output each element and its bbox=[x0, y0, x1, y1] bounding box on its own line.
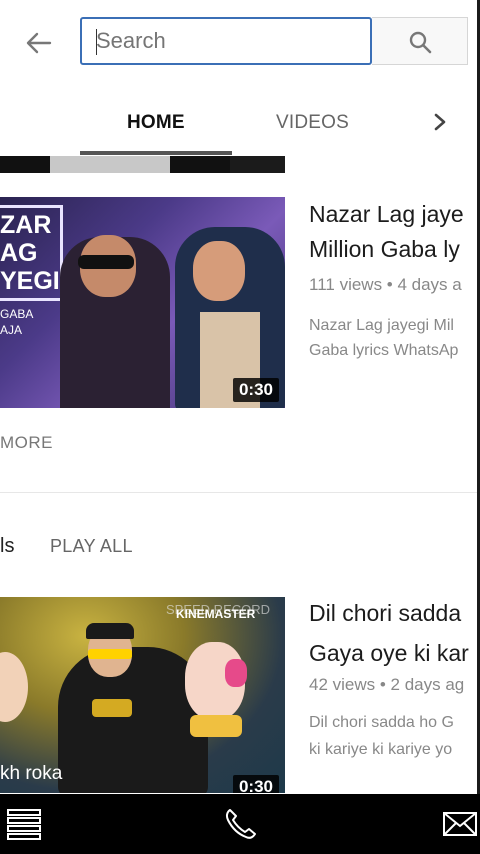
video-description: Nazar Lag jayegi Mil bbox=[309, 317, 454, 334]
thumbnail-caption: kh roka bbox=[0, 763, 63, 784]
more-link[interactable]: MORE bbox=[0, 433, 53, 453]
thumbnail-text: AG bbox=[0, 239, 38, 267]
play-all-button[interactable]: PLAY ALL bbox=[50, 536, 133, 557]
thumbnail-text: AJA bbox=[0, 323, 23, 337]
chain bbox=[92, 699, 132, 717]
video-duration: 0:30 bbox=[232, 378, 279, 402]
mail-icon[interactable] bbox=[442, 806, 478, 842]
back-arrow-icon[interactable] bbox=[22, 26, 56, 60]
search-input[interactable] bbox=[82, 19, 370, 63]
section-divider bbox=[0, 492, 480, 493]
tab-home[interactable]: HOME bbox=[127, 112, 185, 134]
video-meta: 111 views • 4 days a bbox=[309, 275, 462, 294]
channel-tabs: HOME VIDEOS bbox=[0, 86, 480, 156]
video-title[interactable]: Million Gaba ly bbox=[309, 234, 460, 265]
thumbnail-text: YEGI bbox=[0, 267, 60, 295]
video-meta: 42 views • 2 days ag bbox=[309, 675, 465, 694]
search-box[interactable] bbox=[80, 17, 372, 65]
active-tab-indicator bbox=[80, 151, 232, 155]
cartoon-figure bbox=[0, 652, 28, 722]
video-title[interactable]: Dil chori sadda bbox=[309, 598, 461, 629]
video-thumbnail[interactable]: ZAR AG YEGI GABA AJA 0:30 bbox=[0, 197, 285, 408]
search-button[interactable] bbox=[372, 17, 468, 65]
sunglasses bbox=[78, 255, 134, 269]
previous-video-thumbnail[interactable] bbox=[0, 156, 285, 173]
text-cursor bbox=[96, 29, 97, 55]
person-face bbox=[193, 241, 245, 301]
thumbnail-text: GABA bbox=[0, 307, 34, 321]
cartoon-glasses bbox=[88, 649, 132, 659]
video-duration: 0:30 bbox=[232, 775, 279, 793]
chevron-right-icon[interactable] bbox=[430, 112, 450, 132]
tab-videos[interactable]: VIDEOS bbox=[276, 112, 349, 134]
video-thumbnail[interactable]: SPEED RECORD KINEMASTER kh roka 0:30 bbox=[0, 597, 285, 793]
thumbnail-text: ZAR bbox=[0, 211, 52, 239]
video-description: Gaba lyrics WhatsAp bbox=[309, 342, 459, 359]
video-description: Dil chori sadda ho G bbox=[309, 714, 454, 731]
top-bar bbox=[0, 0, 480, 86]
video-title[interactable]: Nazar Lag jaye bbox=[309, 199, 464, 230]
menu-icon[interactable] bbox=[6, 806, 42, 842]
headphones bbox=[225, 659, 247, 687]
video-description: ki kariye ki kariye yo bbox=[309, 741, 453, 758]
search-icon bbox=[409, 31, 432, 54]
video-title[interactable]: Gaya oye ki kar bbox=[309, 638, 469, 669]
cartoon-cap bbox=[86, 623, 134, 639]
cartoon-body bbox=[190, 715, 242, 737]
bottom-nav-bar bbox=[0, 794, 480, 854]
phone-icon[interactable] bbox=[222, 806, 258, 842]
watermark-text: KINEMASTER bbox=[176, 607, 256, 621]
shelf-title: ls bbox=[0, 535, 15, 557]
